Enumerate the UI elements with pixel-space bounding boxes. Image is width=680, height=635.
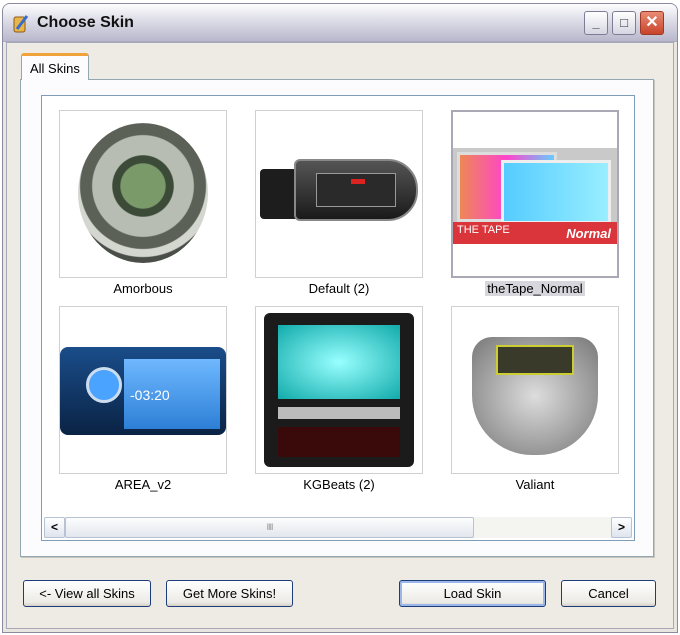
chevron-right-icon: > <box>617 520 625 534</box>
skin-label: Default (2) <box>308 281 370 296</box>
skin-thumbnail: -03:20 <box>59 306 227 474</box>
skin-thumbnail <box>255 306 423 474</box>
chevron-left-icon: < <box>50 520 58 534</box>
skin-label: AREA_v2 <box>114 477 172 492</box>
skin-item-area-v2[interactable]: -03:20 AREA_v2 <box>59 306 227 492</box>
tab-label: All Skins <box>30 61 80 76</box>
skin-item-thetape-normal[interactable]: THE TAPE Normal theTape_Normal <box>451 110 619 296</box>
maximize-icon: □ <box>620 15 628 30</box>
get-more-skins-button[interactable]: Get More Skins! <box>166 580 293 607</box>
horizontal-scrollbar[interactable]: < IIII > <box>44 517 632 538</box>
scroll-left-button[interactable]: < <box>44 517 65 538</box>
load-skin-button[interactable]: Load Skin <box>399 580 546 607</box>
skin-label: theTape_Normal <box>485 281 585 296</box>
maximize-button[interactable]: □ <box>612 11 636 35</box>
skin-item-kgbeats[interactable]: KGBeats (2) <box>255 306 423 492</box>
close-icon: ✕ <box>645 14 659 31</box>
skin-thumbnail <box>255 110 423 278</box>
tab-all-skins[interactable]: All Skins <box>21 53 89 80</box>
skin-thumbnail: THE TAPE Normal <box>451 110 619 278</box>
scroll-right-button[interactable]: > <box>611 517 632 538</box>
skin-label: Amorbous <box>113 281 173 296</box>
skin-label: Valiant <box>515 477 555 492</box>
skin-thumbnail <box>451 306 619 474</box>
skin-item-amorbous[interactable]: Amorbous <box>59 110 227 296</box>
view-all-skins-button[interactable]: <- View all Skins <box>23 580 151 607</box>
thumbnail-text: THE TAPE <box>457 224 510 236</box>
minimize-button[interactable]: _ <box>584 11 608 35</box>
skin-thumbnail <box>59 110 227 278</box>
window-title: Choose Skin <box>37 14 134 31</box>
thumbnail-subtext: Normal <box>566 226 611 241</box>
minimize-icon: _ <box>592 15 600 30</box>
skin-item-valiant[interactable]: Valiant <box>451 306 619 492</box>
skin-label: KGBeats (2) <box>303 477 375 492</box>
title-bar[interactable]: Choose Skin _ □ ✕ <box>3 4 677 42</box>
thumbnail-text: -03:20 <box>130 387 170 403</box>
skin-list[interactable]: Amorbous Default (2) THE TAPE Normal the… <box>41 95 635 541</box>
cancel-button[interactable]: Cancel <box>561 580 656 607</box>
close-button[interactable]: ✕ <box>640 11 664 35</box>
grip-icon: IIII <box>266 522 273 532</box>
skin-item-default[interactable]: Default (2) <box>255 110 423 296</box>
app-icon <box>13 15 29 33</box>
scrollbar-thumb[interactable]: IIII <box>65 517 474 538</box>
